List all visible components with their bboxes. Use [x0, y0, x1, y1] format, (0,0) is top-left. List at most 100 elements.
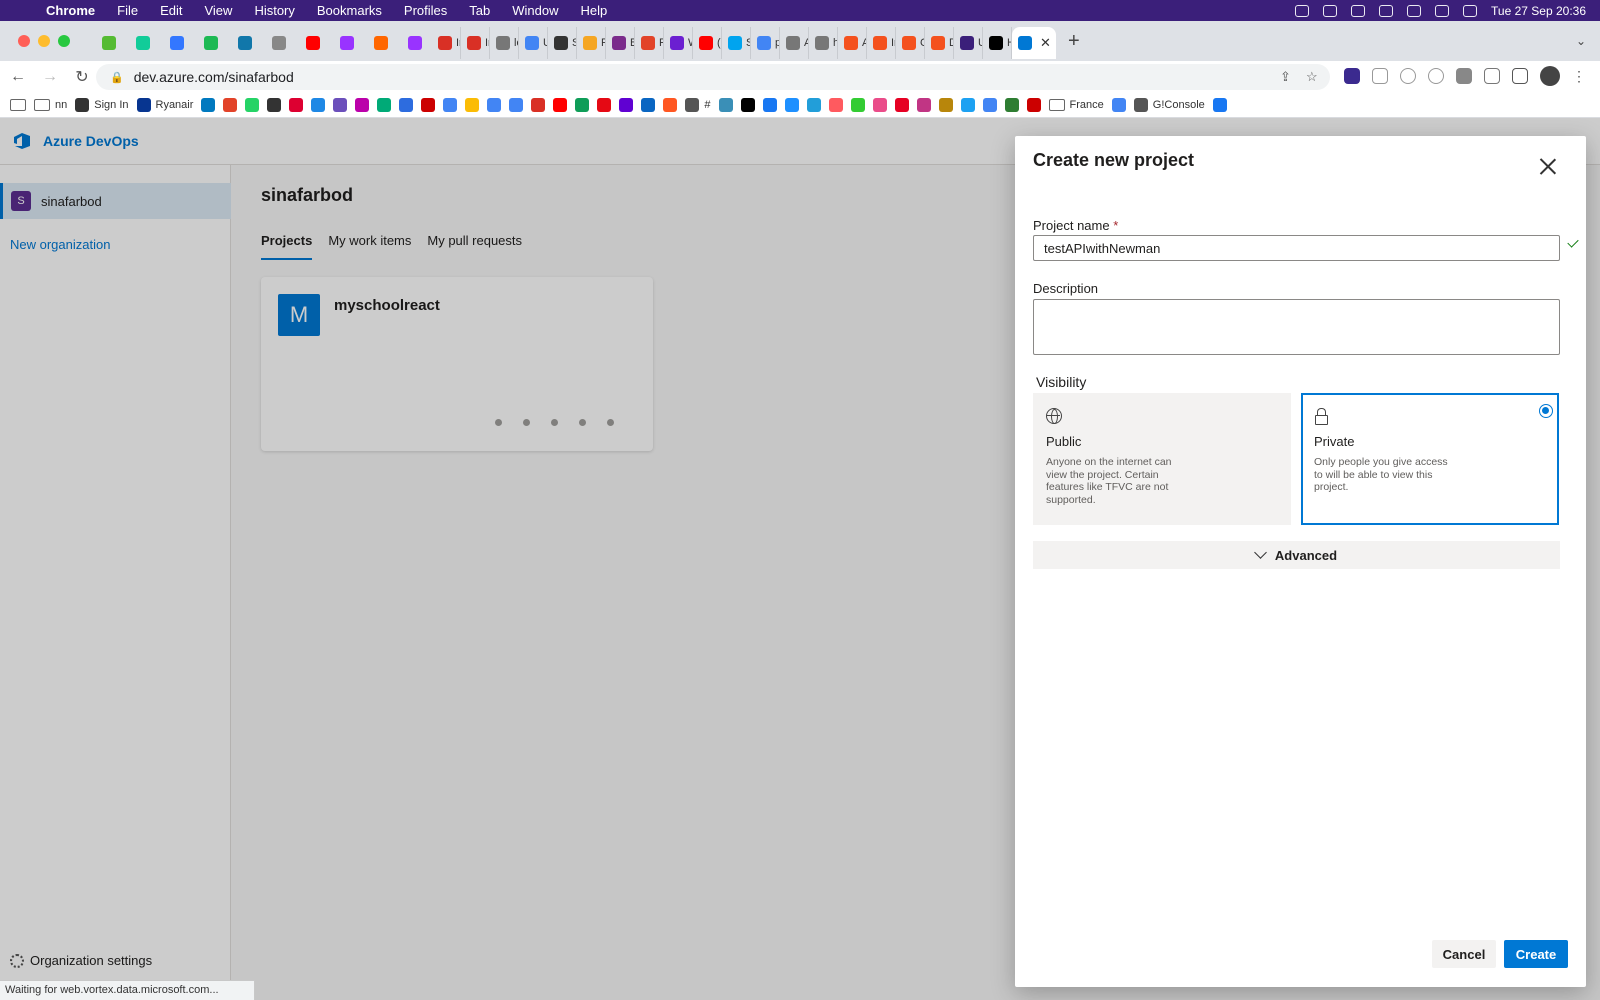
bookmark-item[interactable]: [619, 98, 634, 112]
browser-tab[interactable]: htt: [809, 27, 838, 59]
menu-window[interactable]: Window: [512, 3, 558, 18]
menu-help[interactable]: Help: [581, 3, 608, 18]
puzzle-icon[interactable]: [1456, 68, 1472, 84]
description-textarea[interactable]: [1033, 299, 1560, 355]
bookmark-item[interactable]: [10, 99, 26, 111]
bookmark-item[interactable]: [311, 98, 326, 112]
reload-icon[interactable]: ↻: [68, 67, 96, 87]
menu-view[interactable]: View: [204, 3, 232, 18]
bookmark-item[interactable]: [960, 98, 975, 112]
menu-history[interactable]: History: [254, 3, 294, 18]
browser-tab[interactable]: Sn: [548, 27, 577, 59]
bookmark-item[interactable]: [201, 98, 216, 112]
bookmark-item[interactable]: [333, 98, 348, 112]
browser-tab[interactable]: Inb: [461, 27, 490, 59]
bookmark-item[interactable]: [443, 98, 458, 112]
status-icon[interactable]: [1351, 4, 1366, 17]
wifi-icon[interactable]: [1379, 4, 1394, 17]
pinned-tab[interactable]: [364, 27, 398, 59]
browser-tab[interactable]: Ap: [780, 27, 809, 59]
browser-tab[interactable]: Ins: [867, 27, 896, 59]
visibility-private-option[interactable]: Private Only people you give access to w…: [1301, 393, 1559, 525]
extension-icon[interactable]: [1400, 68, 1416, 84]
pinned-tab[interactable]: [228, 27, 262, 59]
browser-tab[interactable]: Dri: [925, 27, 954, 59]
bookmark-item[interactable]: [828, 98, 843, 112]
back-icon[interactable]: ←: [4, 68, 32, 86]
menu-bookmarks[interactable]: Bookmarks: [317, 3, 382, 18]
pinned-tab[interactable]: [262, 27, 296, 59]
bookmark-item[interactable]: G!Console: [1133, 98, 1205, 112]
battery-icon[interactable]: [1407, 4, 1422, 17]
bookmark-item[interactable]: France: [1048, 99, 1104, 111]
pinned-tab[interactable]: [398, 27, 432, 59]
forward-icon[interactable]: →: [36, 68, 64, 86]
menu-tab[interactable]: Tab: [469, 3, 490, 18]
profile-avatar[interactable]: [1540, 66, 1560, 86]
bookmark-item[interactable]: [377, 98, 392, 112]
extension-icon[interactable]: [1428, 68, 1444, 84]
browser-tab[interactable]: Un: [519, 27, 548, 59]
media-icon[interactable]: [1484, 68, 1500, 84]
bookmark-item[interactable]: [663, 98, 678, 112]
bookmark-item[interactable]: [938, 98, 953, 112]
bookmark-item[interactable]: [1026, 98, 1041, 112]
extension-icon[interactable]: [1372, 68, 1388, 84]
bookmark-item[interactable]: [784, 98, 799, 112]
browser-tab[interactable]: Inb: [432, 27, 461, 59]
browser-tab[interactable]: (15: [693, 27, 722, 59]
status-icon[interactable]: [1295, 4, 1310, 17]
bookmark-item[interactable]: #: [685, 98, 711, 112]
pinned-tab[interactable]: [126, 27, 160, 59]
browser-tab[interactable]: Ba: [606, 27, 635, 59]
bookmark-item[interactable]: [916, 98, 931, 112]
bookmark-item[interactable]: [806, 98, 821, 112]
bookmark-item[interactable]: [531, 98, 546, 112]
cancel-button[interactable]: Cancel: [1432, 940, 1496, 968]
extension-icon[interactable]: [1344, 68, 1360, 84]
close-tab-icon[interactable]: ✕: [1040, 35, 1051, 51]
browser-tab[interactable]: loc: [490, 27, 519, 59]
bookmark-item[interactable]: nn: [34, 99, 67, 111]
bookmark-item[interactable]: [553, 98, 568, 112]
bookmark-item[interactable]: [575, 98, 590, 112]
pinned-tab[interactable]: [194, 27, 228, 59]
bookmark-item[interactable]: [1212, 98, 1227, 112]
close-window-icon[interactable]: [18, 35, 30, 47]
clock[interactable]: Tue 27 Sep 20:36: [1491, 4, 1586, 18]
browser-tab[interactable]: Ho: [983, 27, 1012, 59]
search-icon[interactable]: [1435, 4, 1450, 17]
bookmark-item[interactable]: [355, 98, 370, 112]
new-tab-button[interactable]: +: [1068, 30, 1080, 53]
menu-file[interactable]: File: [117, 3, 138, 18]
share-icon[interactable]: ⇪: [1280, 69, 1291, 85]
bookmark-item[interactable]: [740, 98, 755, 112]
bookmark-item[interactable]: [223, 98, 238, 112]
pinned-tab[interactable]: [160, 27, 194, 59]
tab-search-icon[interactable]: ⌄: [1576, 34, 1586, 48]
control-center-icon[interactable]: [1463, 4, 1478, 17]
visibility-public-option[interactable]: Public Anyone on the internet can view t…: [1033, 393, 1291, 525]
selected-radio-icon[interactable]: [1539, 404, 1553, 418]
bookmark-item[interactable]: [718, 98, 733, 112]
pinned-tab[interactable]: [296, 27, 330, 59]
browser-tab[interactable]: Up: [954, 27, 983, 59]
pinned-tab[interactable]: [92, 27, 126, 59]
bookmark-item[interactable]: [487, 98, 502, 112]
browser-tab[interactable]: Re: [577, 27, 606, 59]
browser-tab[interactable]: Pro: [635, 27, 664, 59]
tab-active-azure-devops[interactable]: ✕: [1012, 27, 1056, 59]
bookmark-item[interactable]: [762, 98, 777, 112]
advanced-toggle[interactable]: Advanced: [1033, 541, 1560, 569]
menu-chrome[interactable]: Chrome: [46, 3, 95, 18]
bookmark-item[interactable]: [597, 98, 612, 112]
browser-tab[interactable]: po: [751, 27, 780, 59]
kebab-menu-icon[interactable]: ⋮: [1572, 68, 1586, 85]
bookmark-item[interactable]: [1111, 98, 1126, 112]
bookmark-item[interactable]: [1004, 98, 1019, 112]
bookmark-item[interactable]: [421, 98, 436, 112]
bookmark-item[interactable]: Sign In: [75, 98, 129, 112]
close-icon[interactable]: [1540, 158, 1556, 174]
pinned-tab[interactable]: [330, 27, 364, 59]
side-panel-icon[interactable]: [1512, 68, 1528, 84]
